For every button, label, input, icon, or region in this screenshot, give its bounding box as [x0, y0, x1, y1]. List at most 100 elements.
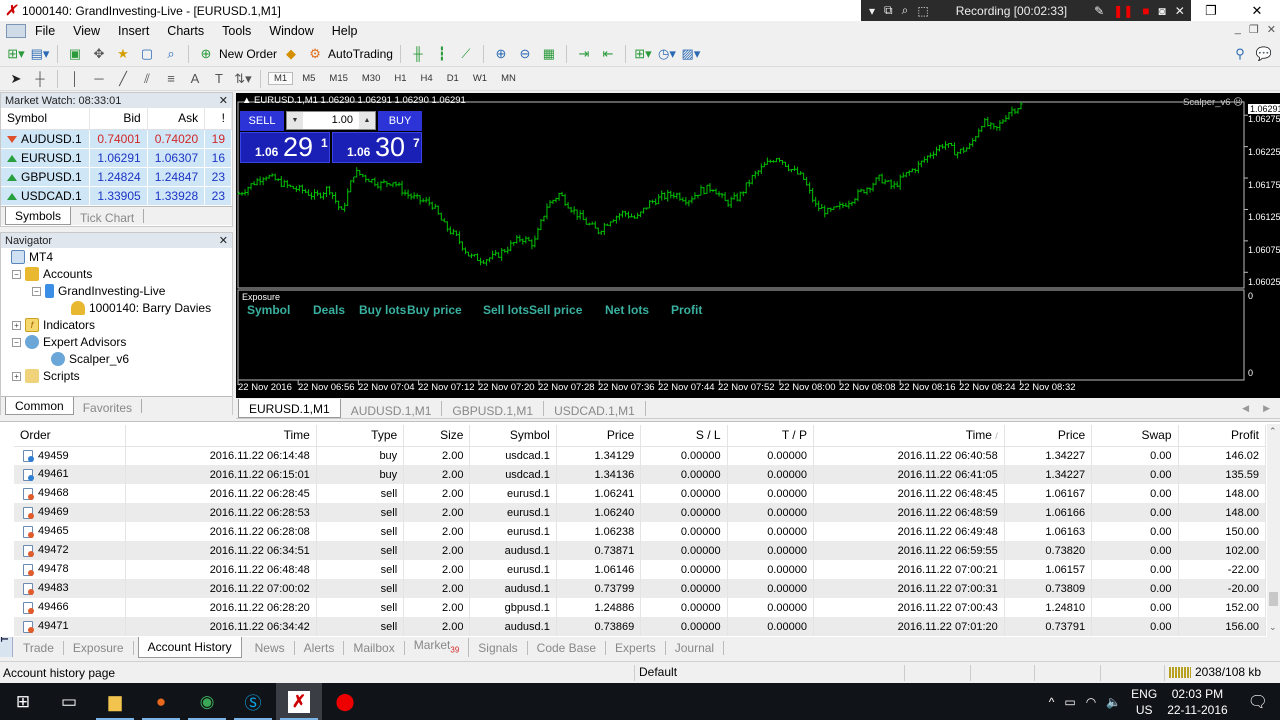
menu-help[interactable]: Help — [323, 24, 367, 38]
tab-journal[interactable]: Journal — [666, 640, 725, 655]
market-watch-close-icon[interactable]: ✕ — [219, 94, 228, 107]
timeframe-m30[interactable]: M30 — [357, 73, 385, 84]
tab-exposure[interactable]: Exposure — [64, 640, 134, 655]
market-watch-icon[interactable]: ▣ — [65, 45, 85, 63]
periods-icon[interactable]: ◷▾ — [657, 45, 677, 63]
history-row[interactable]: 49459 2016.11.22 06:14:48 buy 2.00 usdcad.1 1… — [14, 446, 1267, 465]
expand-icon[interactable]: + — [12, 320, 21, 330]
chart-tab-audusd[interactable]: AUDUSD.1,M1 — [341, 401, 443, 418]
tab-news[interactable]: News — [246, 640, 295, 655]
column-close-time[interactable]: Time / — [813, 425, 1005, 447]
close-button[interactable]: ✕ — [1234, 0, 1280, 21]
symbol-row[interactable]: GBPUSD.1 1.24824 1.24847 23 — [1, 167, 232, 187]
text-icon[interactable]: A — [185, 70, 205, 88]
column-size[interactable]: Size — [403, 425, 471, 447]
tab-tick-chart[interactable]: Tick Chart — [71, 208, 145, 225]
column-open-price[interactable]: Price — [556, 425, 642, 447]
restore-button[interactable]: ❐ — [1188, 0, 1234, 21]
tab-signals[interactable]: Signals — [469, 640, 528, 655]
chrome-button[interactable]: ◉ — [184, 683, 230, 720]
auto-scroll-icon[interactable]: ⇥ — [574, 45, 594, 63]
file-explorer-button[interactable]: ▆ — [92, 683, 138, 720]
strategy-tester-icon[interactable]: ⌕ — [161, 45, 181, 63]
history-row[interactable]: 49472 2016.11.22 06:34:51 sell 2.00 audusd.1… — [14, 541, 1267, 560]
tab-common[interactable]: Common — [5, 397, 74, 415]
history-row[interactable]: 49469 2016.11.22 06:28:53 sell 2.00 eurusd.1… — [14, 503, 1267, 522]
lot-decrease-icon[interactable]: ▼ — [287, 112, 303, 129]
column-close-price[interactable]: Price — [1004, 425, 1093, 447]
menu-tools[interactable]: Tools — [213, 24, 260, 38]
scroll-left-icon[interactable]: ◀ — [1242, 403, 1249, 414]
tab-mailbox[interactable]: Mailbox — [344, 640, 405, 655]
tray-overflow-icon[interactable]: ^ — [1049, 695, 1055, 709]
history-row[interactable]: 49468 2016.11.22 06:28:45 sell 2.00 eurusd.1… — [14, 484, 1267, 503]
tree-node-mt4[interactable]: MT4 — [11, 250, 53, 264]
data-window-icon[interactable]: ✥ — [89, 45, 109, 63]
line-chart-icon[interactable]: ⟋ — [456, 45, 476, 63]
firefox-button[interactable]: ● — [138, 683, 184, 720]
tree-node-indicators[interactable]: + f Indicators — [12, 318, 95, 332]
history-row[interactable]: 49478 2016.11.22 06:48:48 sell 2.00 eurusd.1… — [14, 560, 1267, 579]
zoom-out-icon[interactable]: ⊖ — [515, 45, 535, 63]
recorder-pen-icon[interactable]: ✎ — [1094, 4, 1104, 18]
templates-icon[interactable]: ▨▾ — [681, 45, 701, 63]
history-row[interactable]: 49471 2016.11.22 06:34:42 sell 2.00 audusd.1… — [14, 617, 1267, 636]
equidistant-channel-icon[interactable]: ⫽ — [137, 70, 157, 88]
recorder-stop-icon[interactable]: ■ — [1142, 4, 1149, 18]
fibonacci-icon[interactable]: ≡ — [161, 70, 181, 88]
symbol-row[interactable]: AUDUSD.1 0.74001 0.74020 19 — [1, 129, 232, 149]
mdi-minimize-button[interactable]: _ — [1235, 23, 1241, 36]
expert-advisor-label[interactable]: Scalper_v6 ☹ — [1183, 97, 1243, 108]
tab-experts[interactable]: Experts — [606, 640, 666, 655]
timeframe-d1[interactable]: D1 — [442, 73, 464, 84]
crosshair-icon[interactable]: ┼ — [30, 70, 50, 88]
lot-increase-icon[interactable]: ▲ — [359, 112, 375, 129]
column-sl[interactable]: S / L — [640, 425, 728, 447]
timeframe-mn[interactable]: MN — [496, 73, 521, 84]
document-icon[interactable] — [6, 24, 26, 38]
autotrading-button[interactable]: ⚙ AutoTrading — [305, 45, 393, 63]
wifi-icon[interactable]: ◠ — [1086, 695, 1096, 709]
scroll-up-icon[interactable]: ⌃ — [1269, 426, 1277, 437]
column-spread[interactable]: ! — [204, 108, 232, 130]
sell-button[interactable]: SELL — [240, 111, 284, 131]
metatrader-button[interactable]: ✗ — [276, 683, 322, 720]
sell-price-button[interactable]: 1.06 29 1 — [240, 132, 330, 163]
navigator-close-icon[interactable]: ✕ — [219, 234, 228, 247]
recorder-dropdown-icon[interactable]: ▾ — [869, 4, 875, 18]
horizontal-line-icon[interactable]: ─ — [89, 70, 109, 88]
tab-symbols[interactable]: Symbols — [5, 206, 72, 225]
start-button[interactable]: ⊞ — [0, 683, 46, 720]
collapse-icon[interactable]: − — [12, 269, 21, 279]
recorder-region-icon[interactable]: ⬚ — [917, 4, 928, 18]
menu-view[interactable]: View — [64, 24, 109, 38]
chart-tab-eurusd[interactable]: EURUSD.1,M1 — [238, 399, 341, 418]
tab-code-base[interactable]: Code Base — [528, 640, 607, 655]
collapse-icon[interactable]: − — [32, 286, 41, 296]
column-ask[interactable]: Ask — [147, 108, 206, 130]
zoom-in-icon[interactable]: ⊕ — [491, 45, 511, 63]
buy-button[interactable]: BUY — [378, 111, 422, 131]
scrollbar-thumb[interactable] — [1269, 592, 1278, 606]
recorder-camera-icon[interactable]: ◙ — [1159, 4, 1166, 18]
trendline-icon[interactable]: ╱ — [113, 70, 133, 88]
recorder-close-icon[interactable]: ✕ — [1175, 4, 1185, 18]
tab-account-history[interactable]: Account History — [137, 637, 242, 658]
column-order[interactable]: Order — [14, 425, 126, 447]
column-symbol[interactable]: Symbol — [469, 425, 557, 447]
recorder-window-icon[interactable]: ⧉ — [884, 3, 893, 18]
tree-node-scripts[interactable]: + Scripts — [12, 369, 80, 383]
terminal-icon[interactable]: ▢ — [137, 45, 157, 63]
text-label-icon[interactable]: T — [209, 70, 229, 88]
menu-window[interactable]: Window — [260, 24, 322, 38]
buy-price-button[interactable]: 1.06 30 7 — [332, 132, 422, 163]
column-symbol[interactable]: Symbol — [1, 108, 91, 130]
vertical-line-icon[interactable]: │ — [65, 70, 85, 88]
timeframe-w1[interactable]: W1 — [468, 73, 492, 84]
tree-node-accounts[interactable]: − Accounts — [12, 267, 92, 281]
volume-icon[interactable]: 🔈 — [1106, 695, 1121, 709]
tab-favorites[interactable]: Favorites — [74, 399, 143, 415]
arrows-icon[interactable]: ⇅▾ — [233, 70, 253, 88]
recorder-zoom-icon[interactable]: ⌕ — [902, 3, 909, 18]
column-tp[interactable]: T / P — [727, 425, 814, 447]
